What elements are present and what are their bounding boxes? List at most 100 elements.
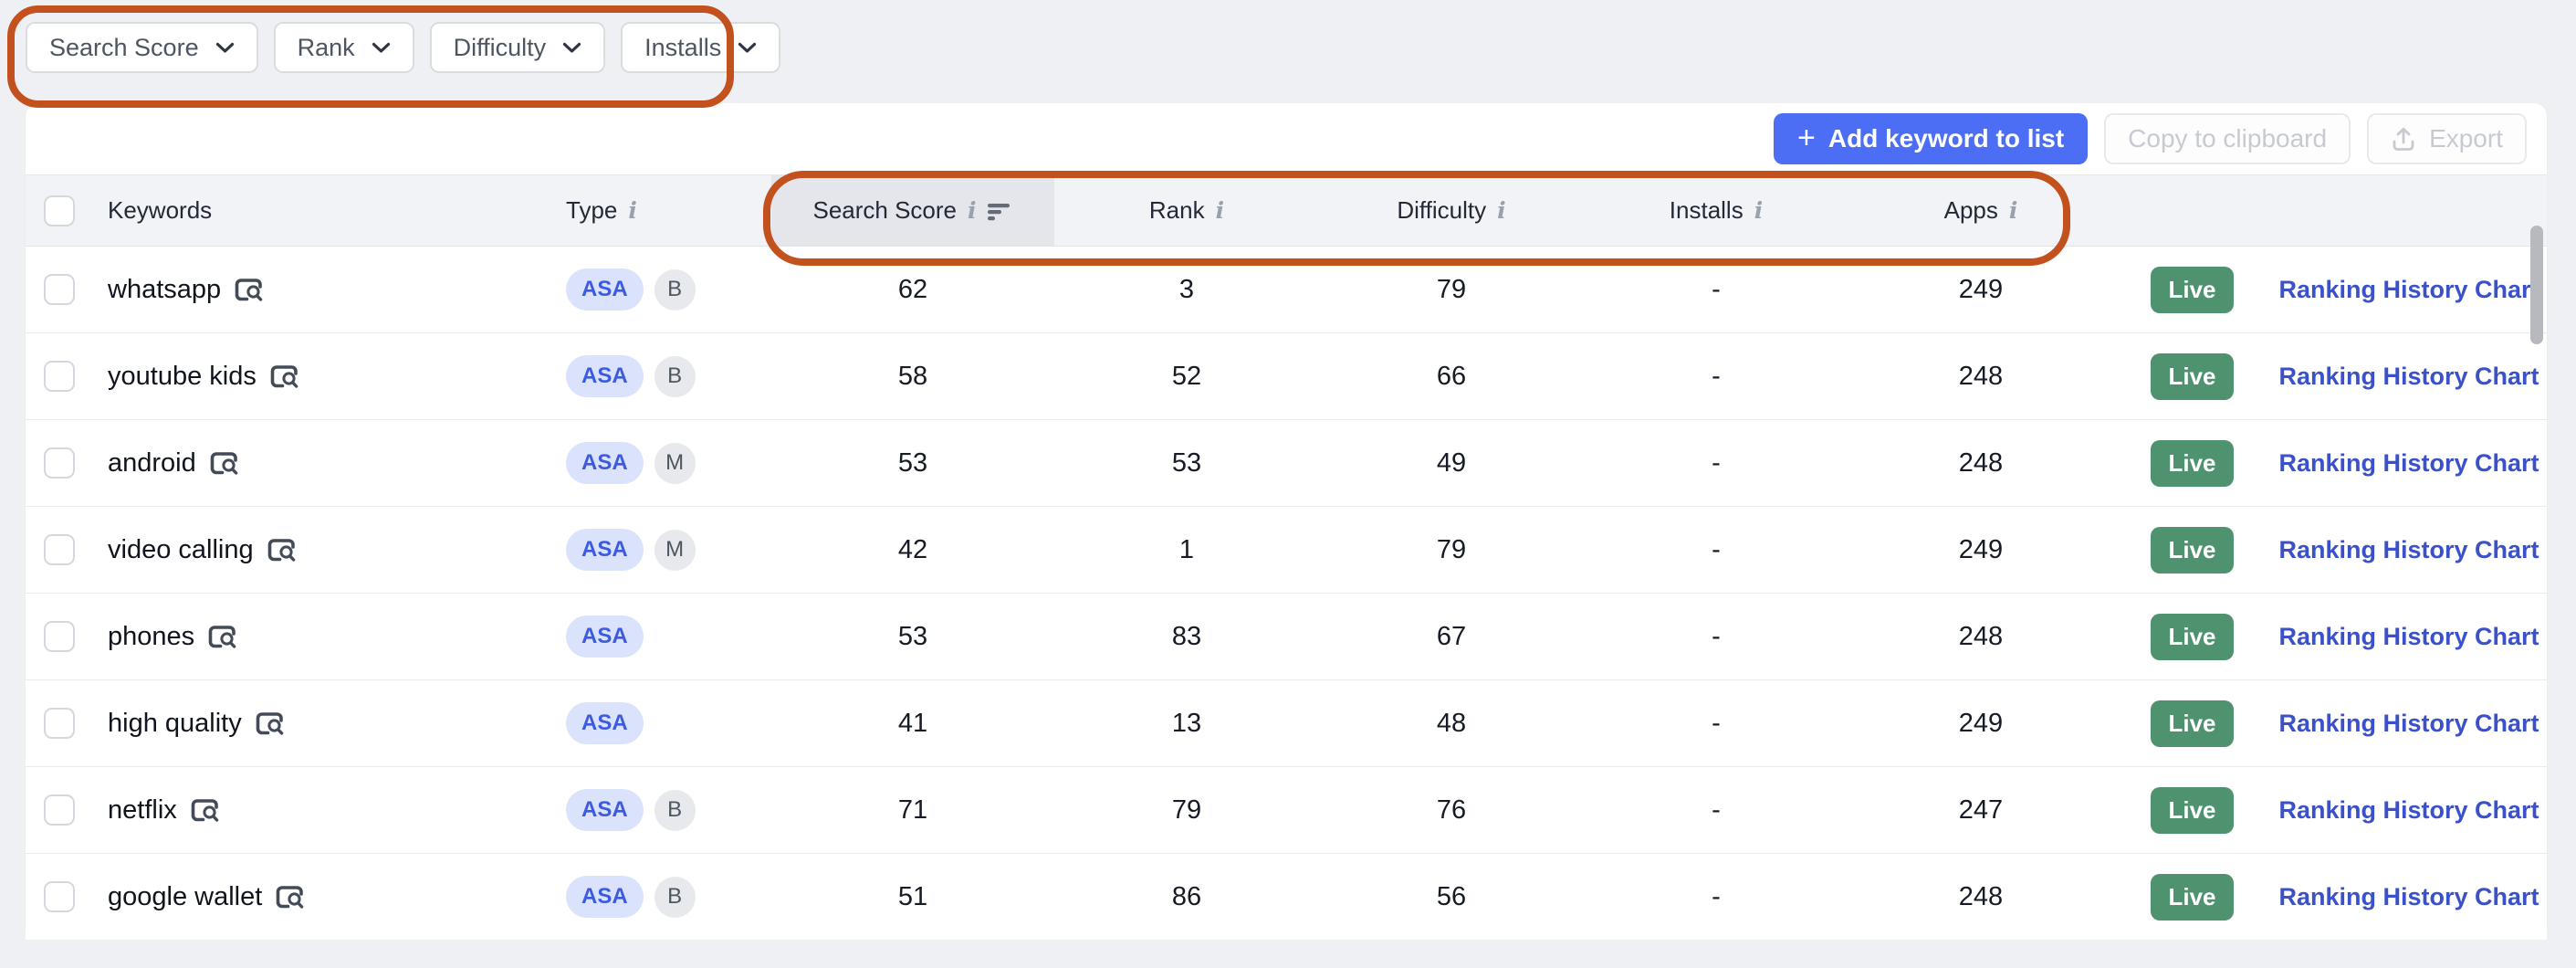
rank-value: 83 bbox=[1054, 622, 1319, 652]
keyword-live-search-icon[interactable] bbox=[208, 625, 236, 649]
rank-value: 3 bbox=[1054, 275, 1319, 305]
plus-icon: + bbox=[1797, 122, 1816, 153]
ranking-history-chart-link[interactable]: Ranking History Chart bbox=[2278, 276, 2539, 304]
filter-dropdown-rank[interactable]: Rank bbox=[274, 22, 414, 73]
export-upload-icon bbox=[2391, 126, 2416, 152]
copy-to-clipboard-label: Copy to clipboard bbox=[2128, 124, 2327, 153]
rank-value: 1 bbox=[1054, 535, 1319, 565]
live-status-badge: Live bbox=[2151, 787, 2233, 834]
header-cell-rank[interactable]: Rank i bbox=[1054, 175, 1319, 246]
apps-value: 248 bbox=[1848, 448, 2113, 479]
live-status-badge: Live bbox=[2151, 440, 2233, 487]
row-checkbox[interactable] bbox=[44, 621, 75, 652]
sort-descending-icon[interactable] bbox=[988, 201, 1013, 221]
live-status-badge: Live bbox=[2151, 874, 2233, 921]
installs-value: - bbox=[1584, 448, 1848, 479]
add-keyword-to-list-button[interactable]: + Add keyword to list bbox=[1774, 113, 2088, 164]
table-row-youtube-kids: youtube kids ASA B 58 52 66 - 248 Live R… bbox=[26, 333, 2547, 420]
filter-label: Rank bbox=[298, 34, 355, 62]
type-badge-asa: ASA bbox=[566, 616, 644, 658]
search-score-value: 41 bbox=[771, 709, 1054, 739]
info-icon[interactable]: i bbox=[1497, 199, 1506, 222]
row-checkbox[interactable] bbox=[44, 534, 75, 565]
live-status-badge: Live bbox=[2151, 353, 2233, 400]
header-label-search-score: Search Score bbox=[812, 196, 957, 225]
info-icon[interactable]: i bbox=[1216, 199, 1225, 222]
export-label: Export bbox=[2429, 124, 2503, 153]
header-cell-search-score[interactable]: Search Score i bbox=[771, 175, 1054, 246]
keyword-live-search-icon[interactable] bbox=[235, 278, 263, 302]
filter-label: Installs bbox=[644, 34, 721, 62]
filter-dropdown-installs[interactable]: Installs bbox=[621, 22, 780, 73]
select-all-checkbox[interactable] bbox=[44, 195, 75, 226]
installs-value: - bbox=[1584, 795, 1848, 826]
info-icon[interactable]: i bbox=[968, 199, 977, 222]
table-row-android: android ASA M 53 53 49 - 248 Live Rankin… bbox=[26, 420, 2547, 507]
header-cell-keywords[interactable]: Keywords bbox=[91, 175, 511, 246]
keyword-live-search-icon[interactable] bbox=[210, 451, 238, 476]
type-badge-asa: ASA bbox=[566, 529, 644, 571]
difficulty-value: 48 bbox=[1319, 709, 1584, 739]
keyword-label: phones bbox=[108, 622, 194, 652]
type-badge-asa: ASA bbox=[566, 355, 644, 397]
live-status-badge: Live bbox=[2151, 267, 2233, 313]
type-badge-letter: B bbox=[654, 790, 696, 831]
keyword-label: high quality bbox=[108, 709, 242, 739]
header-cell-apps[interactable]: Apps i bbox=[1848, 175, 2113, 246]
header-cell-type[interactable]: Type i bbox=[511, 175, 771, 246]
search-score-value: 62 bbox=[771, 275, 1054, 305]
info-icon[interactable]: i bbox=[2009, 199, 2018, 222]
header-cell-difficulty[interactable]: Difficulty i bbox=[1319, 175, 1584, 246]
row-checkbox[interactable] bbox=[44, 361, 75, 392]
filter-label: Difficulty bbox=[454, 34, 547, 62]
rank-value: 52 bbox=[1054, 362, 1319, 392]
ranking-history-chart-link[interactable]: Ranking History Chart bbox=[2278, 796, 2539, 825]
header-label-difficulty: Difficulty bbox=[1397, 196, 1486, 225]
type-badge-letter: B bbox=[654, 269, 696, 310]
ranking-history-chart-link[interactable]: Ranking History Chart bbox=[2278, 883, 2539, 911]
chevron-down-icon bbox=[215, 42, 235, 54]
row-checkbox[interactable] bbox=[44, 708, 75, 739]
apps-value: 249 bbox=[1848, 709, 2113, 739]
row-checkbox[interactable] bbox=[44, 274, 75, 305]
ranking-history-chart-link[interactable]: Ranking History Chart bbox=[2278, 710, 2539, 738]
copy-to-clipboard-button[interactable]: Copy to clipboard bbox=[2104, 113, 2351, 164]
filter-label: Search Score bbox=[49, 34, 199, 62]
header-label-type: Type bbox=[566, 196, 617, 225]
rank-value: 13 bbox=[1054, 709, 1319, 739]
ranking-history-chart-link[interactable]: Ranking History Chart bbox=[2278, 536, 2539, 564]
ranking-history-chart-link[interactable]: Ranking History Chart bbox=[2278, 449, 2539, 478]
header-cell-checkbox bbox=[26, 175, 91, 246]
info-icon[interactable]: i bbox=[1754, 199, 1764, 222]
installs-value: - bbox=[1584, 709, 1848, 739]
keyword-live-search-icon[interactable] bbox=[256, 711, 284, 736]
filter-dropdown-search-score[interactable]: Search Score bbox=[26, 22, 258, 73]
keyword-label: google wallet bbox=[108, 882, 262, 912]
keyword-live-search-icon[interactable] bbox=[276, 885, 304, 910]
vertical-scrollbar-thumb[interactable] bbox=[2530, 226, 2543, 344]
ranking-history-chart-link[interactable]: Ranking History Chart bbox=[2278, 363, 2539, 391]
ranking-history-chart-link[interactable]: Ranking History Chart bbox=[2278, 623, 2539, 651]
apps-value: 248 bbox=[1848, 362, 2113, 392]
keyword-live-search-icon[interactable] bbox=[191, 798, 219, 823]
row-checkbox[interactable] bbox=[44, 447, 75, 479]
row-checkbox[interactable] bbox=[44, 794, 75, 826]
info-icon[interactable]: i bbox=[628, 199, 637, 222]
type-badge-letter: B bbox=[654, 877, 696, 918]
type-badge-letter: B bbox=[654, 356, 696, 397]
keyword-live-search-icon[interactable] bbox=[270, 364, 298, 389]
installs-value: - bbox=[1584, 535, 1848, 565]
header-cell-installs[interactable]: Installs i bbox=[1584, 175, 1848, 246]
keyword-label: whatsapp bbox=[108, 275, 221, 305]
keyword-live-search-icon[interactable] bbox=[267, 538, 296, 563]
chevron-down-icon bbox=[738, 42, 757, 54]
difficulty-value: 56 bbox=[1319, 882, 1584, 912]
difficulty-value: 49 bbox=[1319, 448, 1584, 479]
export-button[interactable]: Export bbox=[2367, 113, 2527, 164]
search-score-value: 53 bbox=[771, 622, 1054, 652]
type-badge-asa: ASA bbox=[566, 268, 644, 310]
row-checkbox[interactable] bbox=[44, 881, 75, 912]
header-label-installs: Installs bbox=[1670, 196, 1744, 225]
header-cell-status bbox=[2113, 175, 2271, 246]
filter-dropdown-difficulty[interactable]: Difficulty bbox=[430, 22, 606, 73]
